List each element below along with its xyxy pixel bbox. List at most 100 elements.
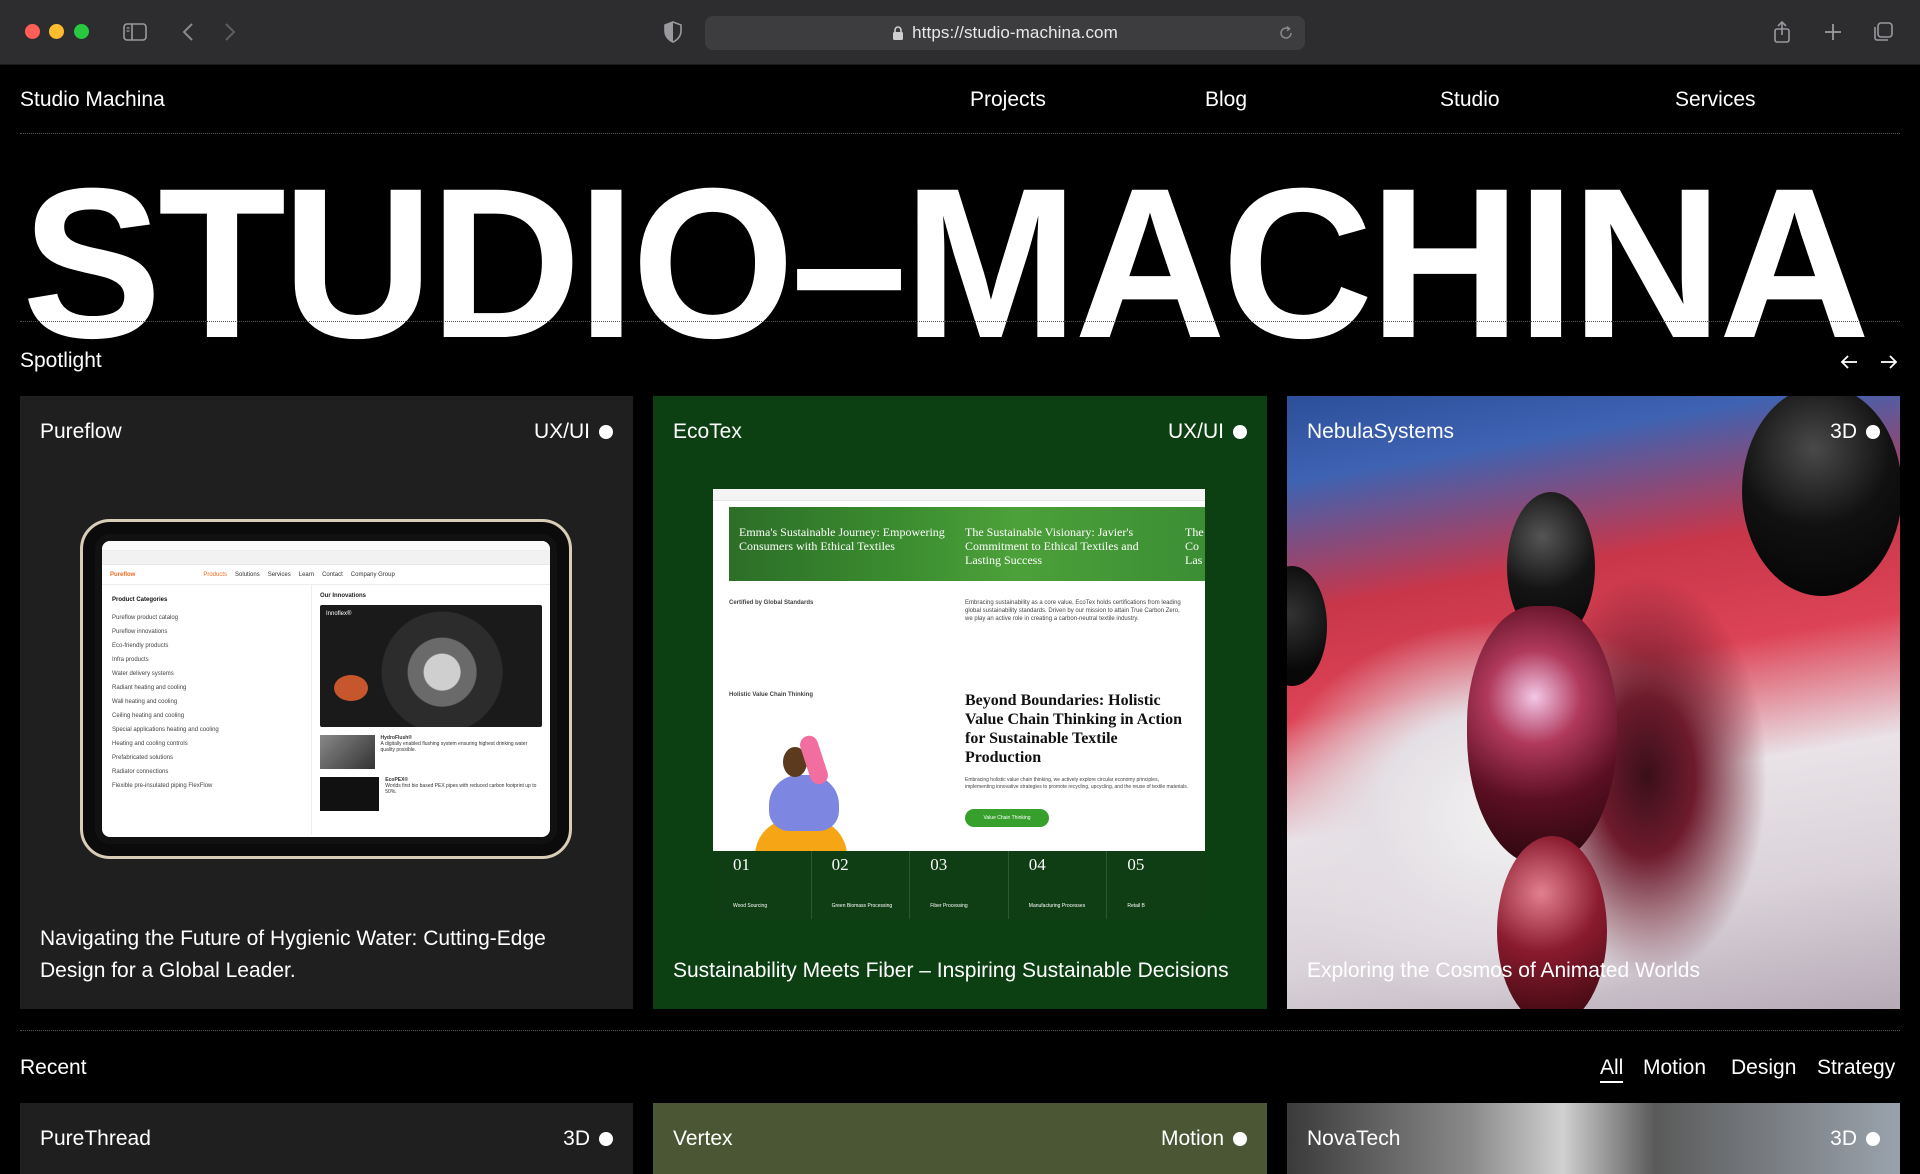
card-title: PureThread bbox=[40, 1127, 151, 1150]
tag-label: 3D bbox=[563, 1127, 590, 1150]
mini-feature-photo: Innoflex® bbox=[320, 605, 542, 727]
lock-icon bbox=[892, 24, 906, 42]
spotlight-card-pureflow[interactable]: Pureflow UX/UI Pureflow Products Solutio… bbox=[20, 396, 633, 1009]
step-number: 04 bbox=[1028, 855, 1046, 874]
mini-category-item: Pureflow product catalog bbox=[112, 615, 179, 621]
minimize-window-button[interactable] bbox=[49, 24, 64, 39]
top-navigation: Studio Machina Projects Blog Studio Serv… bbox=[20, 66, 1900, 134]
mini-category-item: Wall heating and cooling bbox=[112, 699, 178, 705]
mini-menu-item: Services bbox=[267, 571, 291, 578]
mini-product-row: HydroFlush® A digitally enabled flushing … bbox=[320, 735, 542, 769]
card-title: NovaTech bbox=[1307, 1127, 1401, 1150]
mini-menu-item: Contact bbox=[322, 571, 343, 578]
share-icon[interactable] bbox=[1767, 18, 1797, 46]
step-number: 01 bbox=[733, 855, 750, 874]
recent-heading: Recent bbox=[20, 1056, 87, 1079]
mini-logo: Pureflow bbox=[110, 571, 136, 578]
hero-title: STUDIO–MACHINA bbox=[22, 144, 1870, 383]
step-label: Green Biomass Processing bbox=[831, 903, 893, 909]
new-tab-icon[interactable] bbox=[1818, 18, 1848, 46]
nav-link-projects[interactable]: Projects bbox=[970, 88, 1046, 112]
mini-status-bar bbox=[102, 541, 550, 551]
card-caption: Sustainability Meets Fiber – Inspiring S… bbox=[673, 959, 1229, 982]
filter-strategy[interactable]: Strategy bbox=[1817, 1056, 1895, 1080]
mini-category-item: Ceiling heating and cooling bbox=[112, 713, 185, 719]
card-header: NovaTech 3D bbox=[1307, 1127, 1880, 1151]
forward-icon[interactable] bbox=[215, 18, 245, 46]
illustration-body bbox=[769, 775, 839, 831]
close-window-button[interactable] bbox=[25, 24, 40, 39]
card-tag: UX/UI bbox=[1168, 420, 1247, 444]
ipad-screen: Pureflow Products Solutions Services Lea… bbox=[102, 541, 550, 837]
nav-link-studio[interactable]: Studio bbox=[1440, 88, 1500, 112]
glass-droplet bbox=[1467, 606, 1617, 866]
ecotex-cta-button: Value Chain Thinking bbox=[965, 809, 1049, 827]
spotlight-card-ecotex[interactable]: EcoTex UX/UI Emma's Sustainable Journey:… bbox=[653, 396, 1267, 1009]
tag-dot-icon bbox=[599, 425, 613, 439]
mini-category-item: Eco-friendly products bbox=[112, 643, 169, 649]
spotlight-heading: Spotlight bbox=[20, 349, 102, 372]
website: Studio Machina Projects Blog Studio Serv… bbox=[0, 66, 1920, 1174]
mini-menu-item: Company Group bbox=[350, 571, 395, 578]
filter-all[interactable]: All bbox=[1600, 1056, 1624, 1083]
nav-link-blog[interactable]: Blog bbox=[1205, 88, 1247, 112]
card-tag: Motion bbox=[1161, 1127, 1247, 1151]
step-label: Fiber Processing bbox=[930, 903, 968, 909]
spotlight-card-nebulasystems[interactable]: NebulaSystems 3D Exploring the Cosmos of… bbox=[1287, 396, 1900, 1009]
tag-dot-icon bbox=[1233, 1132, 1247, 1146]
sidebar-icon[interactable] bbox=[120, 18, 150, 46]
arrow-left-icon[interactable] bbox=[1836, 349, 1862, 375]
reload-icon[interactable] bbox=[1277, 24, 1295, 42]
ecotex-mockup: Emma's Sustainable Journey: Empowering C… bbox=[713, 489, 1205, 919]
recent-card-novatech[interactable]: NovaTech 3D bbox=[1287, 1103, 1900, 1174]
ecotex-body: Embracing holistic value chain thinking,… bbox=[965, 777, 1189, 790]
tag-label: 3D bbox=[1830, 420, 1857, 443]
ecotex-chain-label: Holistic Value Chain Thinking bbox=[729, 692, 814, 698]
tag-dot-icon bbox=[599, 1132, 613, 1146]
recent-card-vertex[interactable]: Vertex Motion bbox=[653, 1103, 1267, 1174]
card-header: EcoTex UX/UI bbox=[673, 420, 1247, 444]
step-label: Retail B bbox=[1127, 903, 1145, 909]
ecotex-story-mid: The Sustainable Visionary: Javier's Comm… bbox=[965, 525, 1139, 567]
tag-dot-icon bbox=[1866, 1132, 1880, 1146]
card-header: Vertex Motion bbox=[673, 1127, 1247, 1151]
nav-link-services[interactable]: Services bbox=[1675, 88, 1756, 112]
brand-name[interactable]: Studio Machina bbox=[20, 88, 165, 112]
mini-product-text: Worlds first bio based PEX pipes with re… bbox=[385, 783, 537, 795]
ecotex-step: 03 Fiber Processing bbox=[910, 851, 1009, 919]
step-label: Wood Sourcing bbox=[733, 903, 768, 909]
ecotex-story-right: The Co Las bbox=[1185, 525, 1204, 567]
hero: STUDIO–MACHINA bbox=[18, 129, 1908, 399]
arrow-right-icon[interactable] bbox=[1876, 349, 1902, 375]
ecotex-hero-banner: Emma's Sustainable Journey: Empowering C… bbox=[729, 507, 1205, 581]
mini-menu-item: Products bbox=[203, 571, 228, 578]
tag-label: Motion bbox=[1160, 1127, 1224, 1150]
mini-category-item: Pureflow innovations bbox=[112, 629, 168, 635]
mini-browser-bar bbox=[713, 489, 1205, 501]
mini-category-item: Radiator connections bbox=[112, 769, 169, 775]
recent-card-purethread[interactable]: PureThread 3D bbox=[20, 1103, 633, 1174]
card-header: Pureflow UX/UI bbox=[40, 420, 613, 444]
filter-motion[interactable]: Motion bbox=[1643, 1056, 1706, 1080]
ecotex-step: 05 Retail B bbox=[1107, 851, 1205, 919]
tabs-icon[interactable] bbox=[1868, 18, 1898, 46]
mini-category-list: Product Categories Pureflow product cata… bbox=[102, 585, 312, 835]
address-bar[interactable]: https://studio-machina.com bbox=[705, 16, 1305, 50]
mini-category-item: Radiant heating and cooling bbox=[112, 685, 187, 691]
url-text: https://studio-machina.com bbox=[912, 23, 1118, 42]
step-label: Manufacturing Processes bbox=[1028, 903, 1086, 909]
mini-category-item: Special applications heating and cooling bbox=[112, 727, 219, 733]
mini-category-item: Infra products bbox=[112, 657, 149, 663]
back-icon[interactable] bbox=[173, 18, 203, 46]
tag-label: 3D bbox=[1830, 1127, 1857, 1150]
zoom-window-button[interactable] bbox=[74, 24, 89, 39]
card-header: PureThread 3D bbox=[40, 1127, 613, 1151]
shield-icon[interactable] bbox=[658, 18, 688, 46]
card-title: NebulaSystems bbox=[1307, 420, 1455, 443]
tag-dot-icon bbox=[1233, 425, 1247, 439]
browser-toolbar: https://studio-machina.com bbox=[0, 0, 1920, 65]
tag-label: UX/UI bbox=[533, 420, 590, 443]
card-tag: 3D bbox=[1830, 1127, 1880, 1151]
filter-design[interactable]: Design bbox=[1731, 1056, 1796, 1080]
mini-site-nav: Pureflow Products Solutions Services Lea… bbox=[102, 565, 550, 585]
